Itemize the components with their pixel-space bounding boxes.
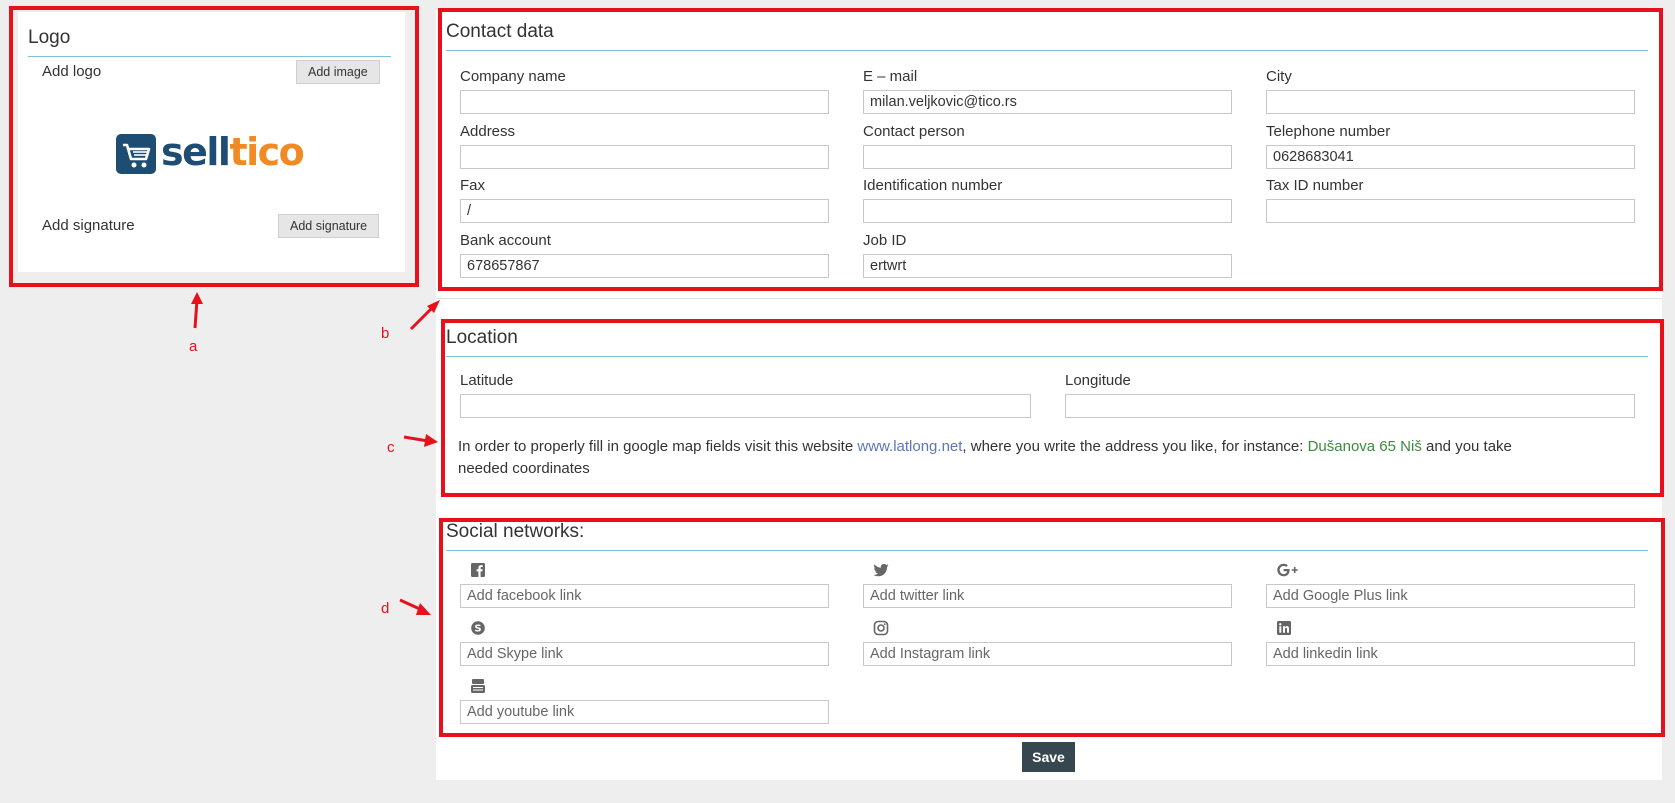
email-input[interactable] xyxy=(863,90,1232,114)
social-section-title: Social networks: xyxy=(446,520,1648,551)
fax-field: Fax xyxy=(460,177,829,223)
section-divider xyxy=(436,298,1662,299)
twitter-input[interactable] xyxy=(863,584,1232,608)
company-name-label: Company name xyxy=(460,68,566,85)
fax-input[interactable] xyxy=(460,199,829,223)
company-name-field: Company name xyxy=(460,68,829,114)
skype-icon: S xyxy=(471,621,485,635)
instagram-input[interactable] xyxy=(863,642,1232,666)
skype-input[interactable] xyxy=(460,642,829,666)
latitude-field: Latitude xyxy=(460,372,1031,418)
cart-icon xyxy=(116,134,156,174)
company-name-input[interactable] xyxy=(460,90,829,114)
logo-section-title: Logo xyxy=(28,26,391,57)
longitude-field: Longitude xyxy=(1065,372,1635,418)
latlong-link[interactable]: www.latlong.net xyxy=(857,438,962,455)
help-prefix: In order to properly fill in google map … xyxy=(458,438,858,455)
linkedin-input[interactable] xyxy=(1266,642,1635,666)
contact-person-input[interactable] xyxy=(863,145,1232,169)
fax-label: Fax xyxy=(460,177,486,194)
telephone-input[interactable] xyxy=(1266,145,1635,169)
twitter-field xyxy=(863,562,1232,608)
google-plus-input[interactable] xyxy=(1266,584,1635,608)
youtube-field xyxy=(460,678,829,724)
location-help-text: In order to properly fill in google map … xyxy=(458,436,1558,480)
facebook-field xyxy=(460,562,829,608)
annotation-b: b xyxy=(381,325,390,342)
brand-name: selltico xyxy=(161,130,305,174)
brand-logo: selltico xyxy=(116,130,316,180)
arrow-d xyxy=(399,598,431,615)
social-section: Social networks: S xyxy=(436,510,1662,740)
instagram-icon xyxy=(873,620,889,636)
job-id-input[interactable] xyxy=(863,254,1232,278)
google-plus-field xyxy=(1266,562,1635,608)
address-input[interactable] xyxy=(460,145,829,169)
skype-field: S xyxy=(460,620,829,666)
add-logo-label: Add logo xyxy=(42,63,102,80)
contact-section-title: Contact data xyxy=(446,20,1648,51)
latitude-input[interactable] xyxy=(460,394,1031,418)
address-field: Address xyxy=(460,123,829,169)
arrow-b xyxy=(409,300,440,331)
linkedin-field xyxy=(1266,620,1635,666)
youtube-input[interactable] xyxy=(460,700,829,724)
email-label: E – mail xyxy=(863,68,918,85)
latitude-label: Latitude xyxy=(460,372,514,389)
longitude-input[interactable] xyxy=(1065,394,1635,418)
example-address: Dušanova 65 Niš xyxy=(1307,438,1422,455)
job-id-field: Job ID xyxy=(863,232,1232,278)
arrow-a xyxy=(191,292,203,329)
address-label: Address xyxy=(460,123,516,140)
email-field: E – mail xyxy=(863,68,1232,114)
svg-text:S: S xyxy=(474,624,481,635)
bank-account-label: Bank account xyxy=(460,232,551,249)
contact-section: Contact data Company name E – mail City … xyxy=(436,10,1662,290)
facebook-icon xyxy=(471,563,485,577)
arrow-c xyxy=(403,434,438,447)
main-form-panel: Contact data Company name E – mail City … xyxy=(436,10,1662,780)
contact-person-label: Contact person xyxy=(863,123,965,140)
google-plus-icon xyxy=(1277,563,1298,577)
add-signature-label: Add signature xyxy=(42,217,135,234)
location-section-title: Location xyxy=(446,326,1648,357)
add-signature-button[interactable]: Add signature xyxy=(278,214,380,238)
tax-id-input[interactable] xyxy=(1266,199,1635,223)
facebook-input[interactable] xyxy=(460,584,829,608)
job-id-label: Job ID xyxy=(863,232,907,249)
tax-id-label: Tax ID number xyxy=(1266,177,1364,194)
instagram-field xyxy=(863,620,1232,666)
city-input[interactable] xyxy=(1266,90,1635,114)
identification-number-label: Identification number xyxy=(863,177,1003,194)
add-image-button[interactable]: Add image xyxy=(296,60,380,84)
linkedin-icon xyxy=(1277,621,1291,635)
help-middle: , where you write the address you like, … xyxy=(962,438,1308,455)
twitter-icon xyxy=(873,563,889,577)
tax-id-field: Tax ID number xyxy=(1266,177,1635,223)
annotation-a: a xyxy=(189,338,198,355)
bank-account-input[interactable] xyxy=(460,254,829,278)
identification-number-field: Identification number xyxy=(863,177,1232,223)
telephone-label: Telephone number xyxy=(1266,123,1391,140)
annotation-c: c xyxy=(387,439,395,456)
location-section: Location Latitude Longitude In order to … xyxy=(436,316,1662,492)
save-button[interactable]: Save xyxy=(1022,742,1075,772)
city-label: City xyxy=(1266,68,1292,85)
bank-account-field: Bank account xyxy=(460,232,829,278)
longitude-label: Longitude xyxy=(1065,372,1131,389)
telephone-field: Telephone number xyxy=(1266,123,1635,169)
city-field: City xyxy=(1266,68,1635,114)
youtube-icon xyxy=(471,679,485,693)
logo-panel: Logo Add logo Add image selltico Add sig… xyxy=(18,12,405,272)
annotation-d: d xyxy=(381,600,390,617)
identification-number-input[interactable] xyxy=(863,199,1232,223)
contact-person-field: Contact person xyxy=(863,123,1232,169)
